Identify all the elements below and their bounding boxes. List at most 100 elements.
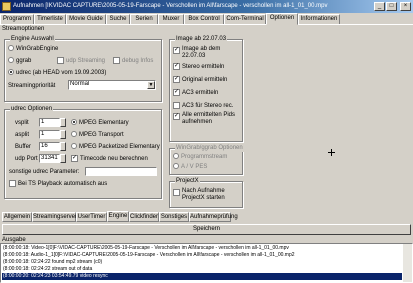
log-line: (8:00:00:18: 02:24:22 found mp2 stream (… bbox=[3, 259, 103, 265]
projectx-checkbox[interactable]: Nach Aufnahme ProjectX starten bbox=[173, 188, 238, 202]
log-line: (8:00:00:18: Audio-1_1[0]F:\VIDAC-CAPTUR… bbox=[3, 252, 295, 258]
vsplit-input[interactable]: 1 bbox=[39, 118, 60, 127]
checkbox-icon bbox=[57, 57, 64, 64]
subtab-sonstiges[interactable]: Sonstiges bbox=[159, 212, 189, 222]
udrec-params-label: sonstige udrec Parameter: bbox=[9, 169, 80, 175]
udrec-group-legend: udrec Optionen bbox=[10, 105, 54, 113]
subtab-streamingserver[interactable]: Streamingserver bbox=[32, 212, 77, 222]
mpeg-packetized-radio[interactable]: MPEG Packetized Elementary bbox=[71, 143, 160, 151]
debug-infos-checkbox[interactable]: debug Infos bbox=[113, 57, 153, 65]
buffer-label: Buffer bbox=[15, 144, 31, 150]
timecode-checkbox[interactable]: ✓ Timecode neu berechnen bbox=[71, 155, 148, 163]
mouse-cursor-icon bbox=[328, 149, 335, 156]
alle-pids-label: Alle ermittelten Pids aufnehmen bbox=[182, 112, 236, 125]
checkbox-icon bbox=[113, 57, 120, 64]
priority-value: Normal bbox=[70, 81, 90, 87]
original-checkbox[interactable]: ✓ Original ermitteln bbox=[173, 76, 227, 84]
programmstream-radio[interactable]: Programmstream bbox=[173, 153, 227, 161]
checkmark-icon: ✓ bbox=[71, 155, 78, 162]
original-label: Original ermitteln bbox=[182, 77, 228, 84]
checkmark-icon: ✓ bbox=[173, 47, 180, 54]
subtab-allgemein[interactable]: Allgemein bbox=[2, 212, 32, 222]
radio-icon bbox=[8, 45, 14, 52]
alle-pids-checkbox[interactable]: ✓ Alle ermittelten Pids aufnehmen bbox=[173, 112, 238, 126]
options-subtabs: Allgemein Streamingserver UserTimer Engi… bbox=[0, 211, 413, 223]
options-panel: Streamoptionen Engine Auswahl WinGrabEng… bbox=[0, 24, 413, 210]
udp-port-label: udp Port bbox=[15, 156, 38, 162]
mpeg-packetized-label: MPEG Packetized Elementary bbox=[79, 144, 160, 150]
chevron-down-icon[interactable]: ▼ bbox=[147, 81, 155, 89]
checkbox-icon bbox=[173, 102, 180, 109]
output-log[interactable]: (8:00:00:18: Video-1[0]F:\VIDAC-CAPTURE\… bbox=[0, 243, 413, 283]
maximize-button[interactable]: □ bbox=[386, 2, 397, 11]
image-group-legend: Image ab 22.07.03 bbox=[175, 35, 228, 43]
asplit-label: asplit bbox=[15, 132, 30, 138]
asplit-input[interactable]: 1 bbox=[39, 130, 60, 139]
checkbox-icon bbox=[9, 180, 16, 187]
buffer-spinner[interactable] bbox=[60, 142, 66, 151]
image-ab-label: Image ab dem 22.07.03 bbox=[182, 46, 221, 59]
image-ab-checkbox[interactable]: ✓ Image ab dem 22.07.03 bbox=[173, 46, 238, 60]
checkmark-icon: ✓ bbox=[173, 63, 180, 70]
mpeg-transport-radio[interactable]: MPEG Transport bbox=[71, 131, 124, 139]
udp-port-input[interactable]: 31341 bbox=[39, 154, 60, 163]
save-button[interactable]: Speichern bbox=[2, 224, 411, 235]
image-group: Image ab 22.07.03 ✓ Image ab dem 22.07.03… bbox=[169, 35, 243, 142]
udrec-radio[interactable]: udrec (ab HEAD vom 19.09.2003) bbox=[8, 69, 106, 77]
title-bar: Aufnahmen [IKVIDAC CAPTURE\2005-05-19-Fa… bbox=[0, 0, 413, 13]
ac3-checkbox[interactable]: ✓ AC3 ermitteln bbox=[173, 89, 218, 97]
udrec-group: udrec Optionen vsplit 1 asplit 1 Buffer … bbox=[4, 105, 162, 199]
radio-icon bbox=[71, 119, 77, 126]
radio-icon bbox=[8, 57, 14, 64]
checkbox-icon bbox=[173, 189, 180, 196]
radio-icon bbox=[71, 131, 77, 138]
radio-icon bbox=[71, 143, 77, 150]
asplit-spinner[interactable] bbox=[60, 130, 66, 139]
engine-group-legend: Engine Auswahl bbox=[10, 35, 55, 43]
app-icon bbox=[2, 2, 11, 11]
stereo-checkbox[interactable]: ✓ Stereo ermitteln bbox=[173, 63, 224, 71]
buffer-input[interactable]: 16 bbox=[39, 142, 60, 151]
checkmark-icon: ✓ bbox=[173, 89, 180, 96]
av-pes-label: A / V PES bbox=[181, 164, 208, 170]
wingrabengine-radio[interactable]: WinGrabEngine bbox=[8, 45, 58, 53]
udp-streaming-checkbox[interactable]: udp Streaming bbox=[57, 57, 105, 65]
mpeg-elementary-radio[interactable]: MPEG Elementary bbox=[71, 119, 129, 127]
log-scrollbar[interactable] bbox=[403, 244, 412, 282]
ac3-stereo-checkbox[interactable]: AC3 für Stereo rec. bbox=[173, 102, 233, 110]
panel-header: Streamoptionen bbox=[2, 26, 45, 32]
subtab-aufnahmepruefung[interactable]: Aufnahmeprüfung bbox=[189, 212, 238, 222]
stereo-label: Stereo ermitteln bbox=[182, 64, 225, 71]
minimize-button[interactable]: _ bbox=[374, 2, 385, 11]
ts-playback-checkbox[interactable]: Bei TS Playback automatisch aus bbox=[9, 180, 107, 188]
vsplit-spinner[interactable] bbox=[60, 118, 66, 127]
checkmark-icon: ✓ bbox=[173, 76, 180, 83]
udp-port-spinner[interactable] bbox=[60, 154, 66, 163]
ggrab-radio[interactable]: ggrab bbox=[8, 57, 31, 65]
priority-label: Streamingpriorität bbox=[8, 83, 56, 89]
tab-optionen[interactable]: Optionen bbox=[266, 13, 298, 25]
checkmark-icon: ✓ bbox=[173, 113, 180, 120]
radio-icon bbox=[173, 153, 179, 160]
engine-group: Engine Auswahl WinGrabEngine ggrab udp S… bbox=[4, 35, 162, 102]
log-line: (8:00:00:18: 02:24:22 stream out of data bbox=[3, 266, 93, 272]
ggrab-label: ggrab bbox=[16, 58, 32, 64]
ac3-stereo-label: AC3 für Stereo rec. bbox=[182, 103, 234, 110]
ac3-label: AC3 ermitteln bbox=[182, 90, 219, 97]
subtab-usertimer[interactable]: UserTimer bbox=[76, 212, 107, 222]
programmstream-label: Programmstream bbox=[181, 154, 228, 160]
priority-select[interactable]: Normal ▼ bbox=[68, 80, 156, 90]
timecode-label: Timecode neu berechnen bbox=[80, 156, 148, 163]
udp-streaming-label: udp Streaming bbox=[66, 58, 106, 65]
mpeg-transport-label: MPEG Transport bbox=[79, 132, 124, 138]
av-pes-radio[interactable]: A / V PES bbox=[173, 163, 207, 171]
window-title: Aufnahmen [IKVIDAC CAPTURE\2005-05-19-Fa… bbox=[13, 3, 328, 9]
vsplit-label: vsplit bbox=[15, 120, 29, 126]
subtab-engine[interactable]: Engine bbox=[107, 211, 129, 222]
close-button[interactable]: × bbox=[400, 2, 411, 11]
subtab-clickfinder[interactable]: Clickfinder bbox=[129, 212, 159, 222]
udrec-params-input[interactable] bbox=[85, 167, 157, 176]
ts-playback-label: Bei TS Playback automatisch aus bbox=[18, 181, 108, 188]
wingrab-group-legend: WinGrab/ggrab Optionen bbox=[175, 144, 244, 152]
debug-infos-label: debug Infos bbox=[122, 58, 154, 65]
